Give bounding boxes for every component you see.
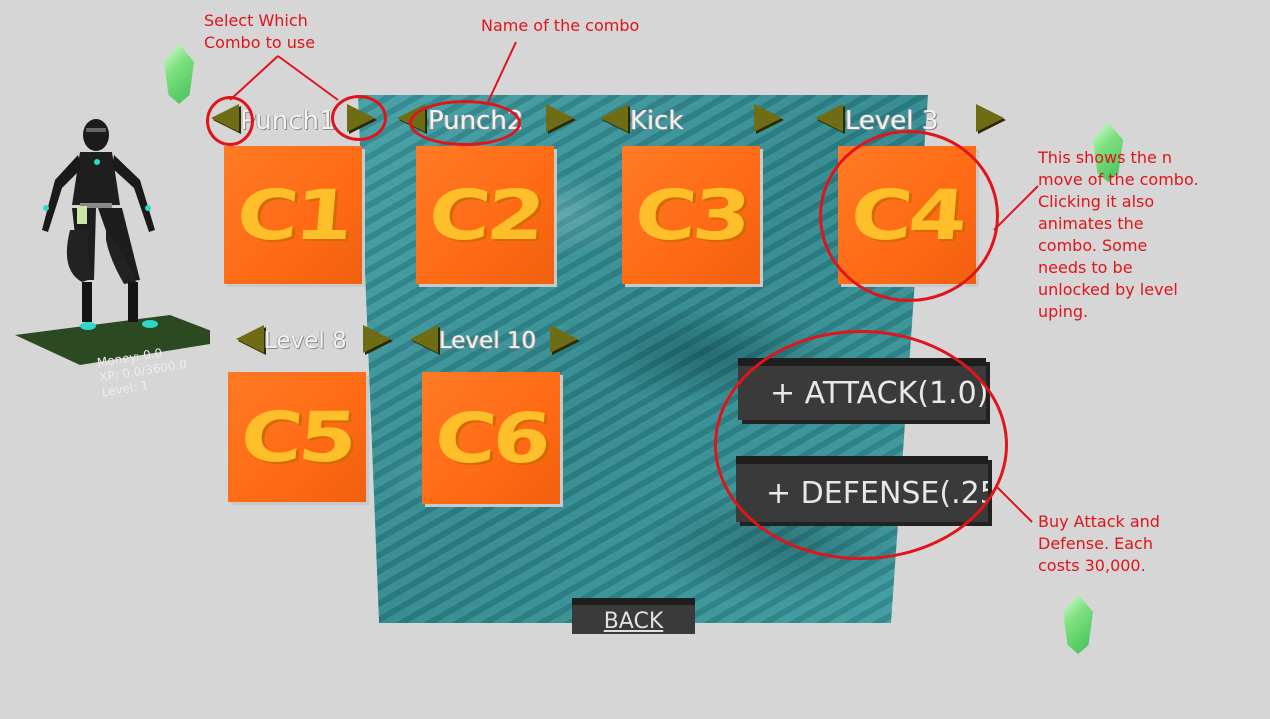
annotation-combo-move: This shows the n move of the combo. Clic… bbox=[1038, 148, 1199, 321]
annotation-buy-stats: Buy Attack and Defense. Each costs 30,00… bbox=[1038, 512, 1160, 575]
annotation-lines bbox=[229, 41, 1039, 523]
annotation-combo-name: Name of the combo bbox=[481, 16, 640, 35]
annotation-select-combo: Select Which Combo to use bbox=[204, 11, 316, 52]
